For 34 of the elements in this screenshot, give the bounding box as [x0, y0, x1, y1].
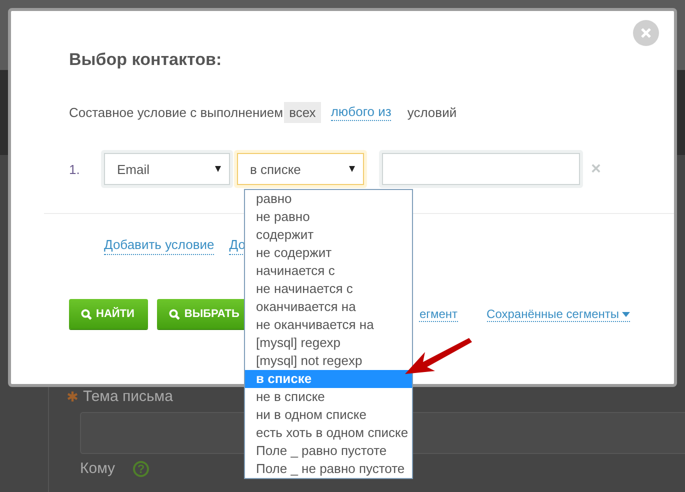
- value-field[interactable]: [382, 153, 580, 185]
- dropdown-option[interactable]: [mysql] not regexp: [245, 352, 412, 370]
- segment-link[interactable]: егмент: [419, 306, 458, 322]
- search-icon: [169, 308, 180, 320]
- caret-icon: [349, 166, 355, 172]
- saved-segments-menu[interactable]: Сохранённые сегменты: [486, 306, 630, 322]
- match-option[interactable]: любого из: [330, 104, 392, 120]
- match-prefix: Составное условие с выполнением: [69, 104, 284, 120]
- dropdown-option[interactable]: ни в одном списке: [245, 406, 412, 424]
- dropdown-option[interactable]: содержит: [245, 226, 412, 244]
- dropdown-option[interactable]: Поле _ равно пустоте: [245, 442, 412, 460]
- field-select[interactable]: Email: [104, 153, 230, 185]
- match-option[interactable]: всех: [284, 102, 321, 122]
- subject-label: Тема письма: [83, 388, 173, 404]
- dropdown-option[interactable]: не в списке: [245, 388, 412, 406]
- dropdown-option[interactable]: не начинается с: [245, 280, 412, 298]
- to-label: Кому: [80, 460, 116, 477]
- dropdown-option[interactable]: равно: [245, 190, 412, 208]
- add-link[interactable]: Добавить условие: [104, 236, 214, 255]
- caret-icon: [215, 166, 221, 172]
- search-icon: [81, 308, 92, 320]
- close-icon: [641, 28, 651, 38]
- caret-icon: [622, 312, 630, 317]
- dropdown-option[interactable]: начинается с: [245, 262, 412, 280]
- condition-number: 1.: [69, 162, 81, 176]
- dropdown-option[interactable]: есть хоть в одном списке: [245, 424, 412, 442]
- dropdown-option[interactable]: не содержит: [245, 244, 412, 262]
- match-suffix: условий: [407, 104, 457, 120]
- dropdown-option[interactable]: не равно: [245, 208, 412, 226]
- close-button[interactable]: [633, 20, 659, 46]
- dropdown-option[interactable]: Поле _ не равно пустоте: [245, 460, 412, 478]
- dropdown-option[interactable]: [mysql] regexp: [245, 334, 412, 352]
- operator-select[interactable]: в списке: [237, 153, 364, 185]
- dialog-title: Выбор контактов:: [69, 49, 223, 71]
